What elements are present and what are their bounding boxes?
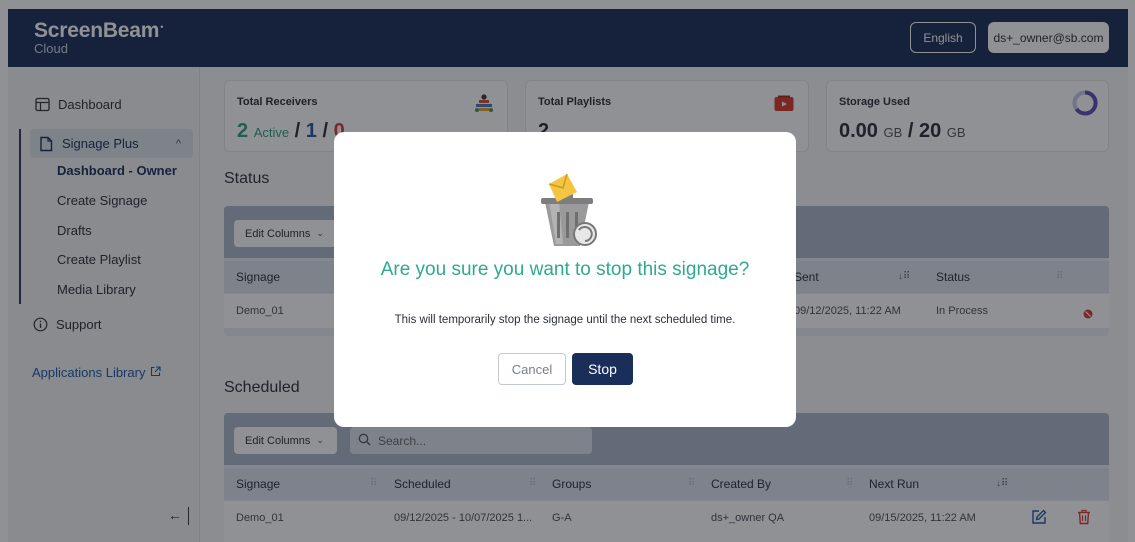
- stop-signage-dialog: Are you sure you want to stop this signa…: [334, 132, 796, 427]
- stop-button[interactable]: Stop: [572, 353, 633, 385]
- trash-can-illustration: [527, 172, 607, 252]
- dialog-message: This will temporarily stop the signage u…: [394, 314, 736, 326]
- cancel-button[interactable]: Cancel: [498, 353, 566, 385]
- dialog-title: Are you sure you want to stop this signa…: [380, 259, 750, 280]
- app-root: ScreenBeam• Cloud English ds+_owner@sb.c…: [0, 0, 1135, 542]
